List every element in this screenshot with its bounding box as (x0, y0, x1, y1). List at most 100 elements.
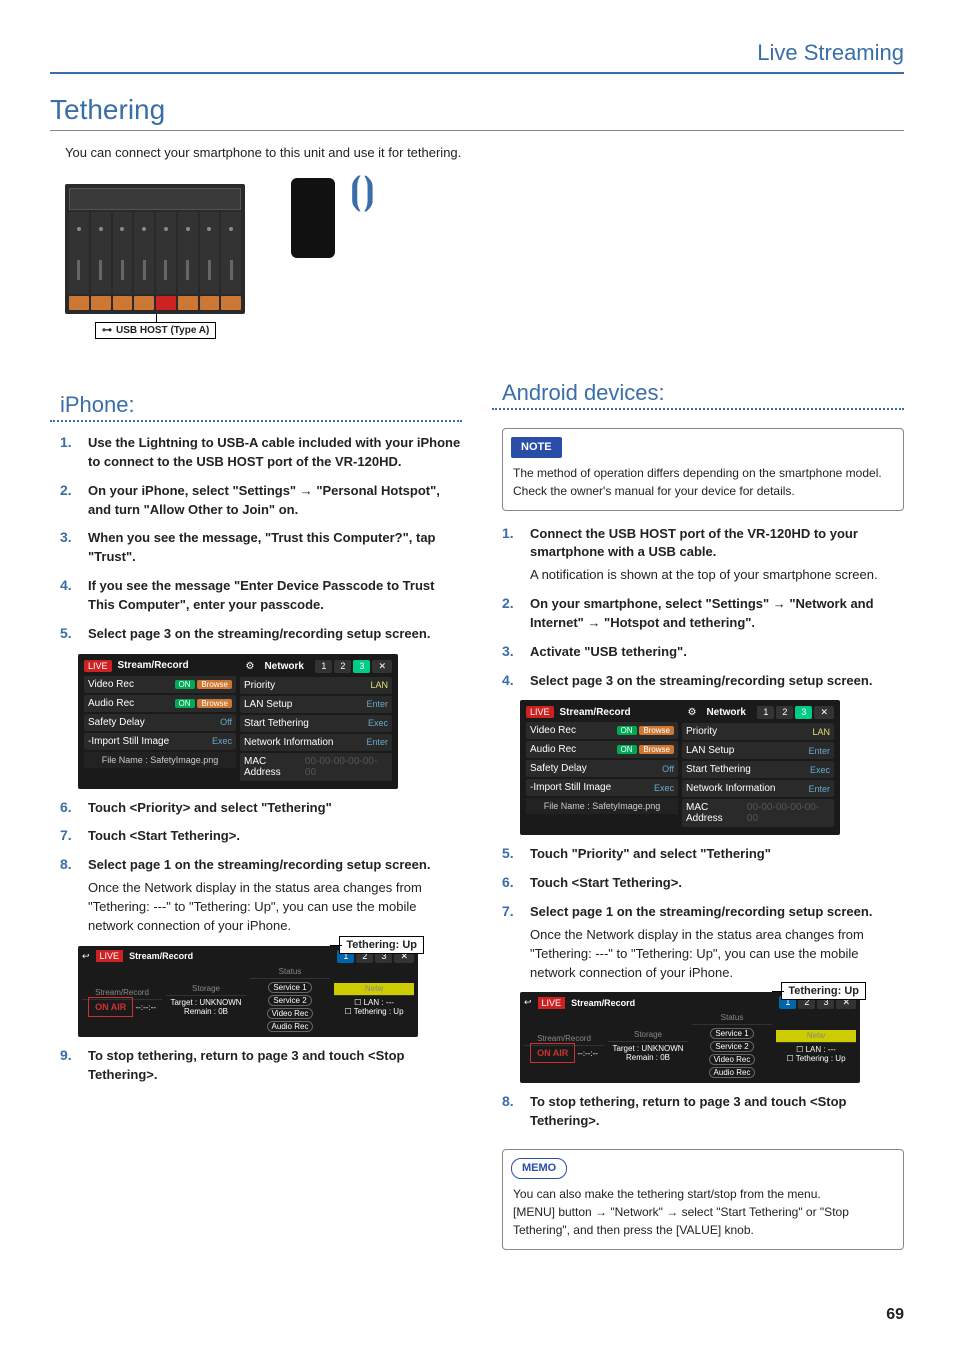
panel-title: Network (264, 661, 303, 672)
column-android: Android devices: NOTE The method of oper… (492, 380, 904, 1264)
note-body: The method of operation differs dependin… (513, 464, 893, 500)
panel-title: Stream/Record (129, 951, 193, 961)
panel-title: Stream/Record (118, 660, 189, 671)
signal-waves-icon: ⦗⦘ (350, 170, 375, 213)
memo-box: MEMO You can also make the tethering sta… (502, 1149, 904, 1250)
page-tabs[interactable]: 123✕ (757, 706, 834, 719)
return-icon[interactable]: ↩ (524, 997, 532, 1008)
memo-body: You can also make the tethering start/st… (513, 1185, 893, 1239)
android-divider (492, 408, 904, 410)
row-label: Audio Rec (88, 698, 134, 709)
step-number: 5. (502, 845, 520, 861)
step-text: Select page 3 on the streaming/recording… (530, 673, 872, 688)
usb-icon: ⊶ (102, 325, 112, 336)
step-number: 2. (502, 595, 520, 611)
step-text: Touch "Priority" and select "Tethering" (530, 846, 771, 861)
row-value: 00-00-00-00-00-00 (305, 756, 388, 778)
row-label: Network Information (244, 737, 333, 748)
row-label: Priority (244, 680, 275, 691)
step-subtext: A notification is shown at the top of yo… (530, 566, 904, 585)
iphone-divider (50, 420, 462, 422)
tethering-up-callout: Tethering: Up (339, 936, 424, 954)
file-name: File Name : SafetyImage.png (84, 752, 236, 768)
page-header: Live Streaming (50, 40, 904, 74)
row-value[interactable]: Enter (366, 737, 388, 747)
row-label: Start Tethering (244, 718, 309, 729)
page-number: 69 (886, 1306, 904, 1324)
step-text: Use the Lightning to USB-A cable include… (88, 435, 460, 469)
step-subtext: Once the Network display in the status a… (530, 926, 904, 983)
step-text: Select page 1 on the streaming/recording… (88, 857, 430, 872)
step-number: 4. (502, 672, 520, 688)
note-badge: NOTE (511, 437, 562, 458)
tethering-illustration: ⊶ USB HOST (Type A) ⦗⦘ (65, 170, 405, 370)
row-label: LAN Setup (244, 699, 292, 710)
close-icon[interactable]: ✕ (372, 660, 392, 673)
row-label: Safety Delay (88, 717, 145, 728)
step-text: Activate "USB tethering". (530, 644, 687, 659)
step-subtext: Once the Network display in the status a… (88, 879, 462, 936)
section-name: Live Streaming (757, 40, 904, 65)
page-title: Tethering (50, 94, 904, 126)
intro-text: You can connect your smartphone to this … (65, 145, 904, 160)
setup-screen-page3-android: LIVEStream/Record Video RecON Browse Aud… (520, 700, 840, 835)
step-text: To stop tethering, return to page 3 and … (530, 1094, 846, 1128)
step-number: 3. (502, 643, 520, 659)
live-badge: LIVE (84, 660, 112, 672)
memo-badge: MEMO (511, 1158, 567, 1179)
note-box: NOTE The method of operation differs dep… (502, 428, 904, 511)
step-text: Connect the USB HOST port of the VR-120H… (530, 526, 858, 560)
step-number: 7. (502, 903, 520, 919)
page-tabs[interactable]: 123✕ (315, 660, 392, 673)
step-text: Touch <Priority> and select "Tethering" (88, 800, 332, 815)
row-value[interactable]: Exec (368, 718, 388, 728)
step-text: Touch <Start Tethering>. (530, 875, 682, 890)
step-text: If you see the message "Enter Device Pas… (88, 578, 434, 612)
status-bar-page1: Tethering: Up ↩ LIVE Stream/Record 123✕ … (78, 946, 418, 1037)
step-text: On your iPhone, select "Settings" → "Per… (88, 483, 440, 517)
onair-indicator: ON AIR (88, 997, 133, 1017)
on-pill[interactable]: ON (175, 680, 195, 689)
step-text: When you see the message, "Trust this Co… (88, 530, 436, 564)
step-number: 7. (60, 827, 78, 843)
status-bar-page1-android: Tethering: Up ↩ LIVE Stream/Record 123✕ … (520, 992, 860, 1083)
panel-title: Stream/Record (560, 707, 631, 718)
close-icon[interactable]: ✕ (814, 706, 834, 719)
step-number: 4. (60, 577, 78, 593)
iphone-heading: iPhone: (60, 392, 462, 418)
step-number: 1. (60, 434, 78, 450)
step-number: 2. (60, 482, 78, 498)
title-divider (50, 130, 904, 131)
step-number: 3. (60, 529, 78, 545)
row-label: -Import Still Image (88, 736, 169, 747)
row-value[interactable]: LAN (370, 680, 388, 690)
on-pill[interactable]: ON (175, 699, 195, 708)
setup-screen-page3: LIVE Stream/Record Video Rec ON Browse Aud… (78, 654, 398, 789)
browse-pill[interactable]: Browse (197, 680, 232, 689)
column-iphone: iPhone: 1. Use the Lightning to USB-A ca… (50, 380, 462, 1264)
gear-icon: ⚙ (687, 707, 696, 718)
row-label: Video Rec (88, 679, 134, 690)
step-number: 6. (502, 874, 520, 890)
row-value[interactable]: Enter (366, 699, 388, 709)
live-badge: LIVE (538, 997, 566, 1009)
row-value[interactable]: Exec (212, 736, 232, 746)
step-text: On your smartphone, select "Settings" → … (530, 596, 874, 630)
live-badge: LIVE (526, 706, 554, 718)
step-number: 6. (60, 799, 78, 815)
step-text: Touch <Start Tethering>. (88, 828, 240, 843)
device-mixer-icon (65, 184, 245, 314)
step-text: Select page 1 on the streaming/recording… (530, 904, 872, 919)
step-number: 8. (502, 1093, 520, 1109)
row-value[interactable]: Off (220, 717, 232, 727)
gear-icon: ⚙ (245, 661, 254, 672)
return-icon[interactable]: ↩ (82, 951, 90, 962)
step-number: 8. (60, 856, 78, 872)
step-number: 9. (60, 1047, 78, 1063)
smartphone-icon (291, 178, 335, 258)
step-number: 1. (502, 525, 520, 541)
step-text: To stop tethering, return to page 3 and … (88, 1048, 404, 1082)
browse-pill[interactable]: Browse (197, 699, 232, 708)
live-badge: LIVE (96, 950, 124, 962)
android-heading: Android devices: (502, 380, 904, 406)
